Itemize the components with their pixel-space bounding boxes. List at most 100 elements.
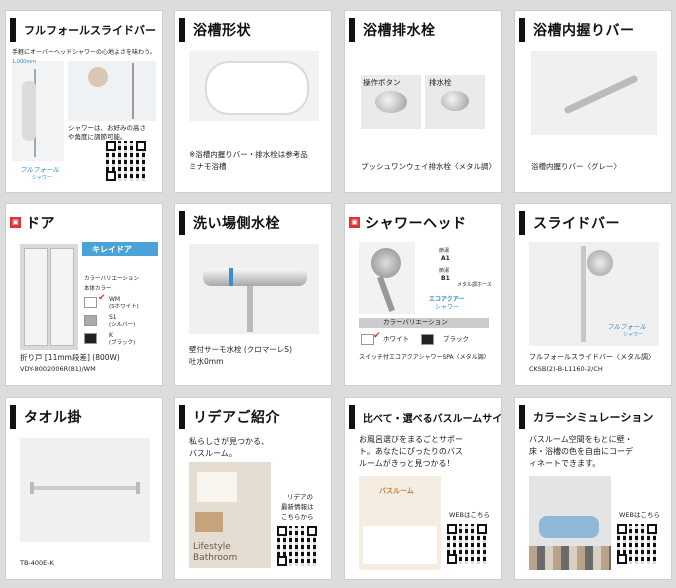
caption: フルフォールスライドバー〈メタル調〉	[529, 353, 655, 361]
card-slide-bar: スライドバー フルフォール シャワー フルフォールスライドバー〈メタル調〉 CK…	[514, 203, 672, 386]
swatch-white[interactable]	[84, 297, 97, 308]
shower-photo	[12, 61, 64, 161]
qr-code[interactable]	[447, 524, 487, 564]
intro-line-3: ィネートできます。	[529, 459, 601, 468]
color-variation-title: カラーバリエーション	[383, 318, 448, 326]
measure-label: 1,000mm	[12, 59, 37, 65]
label-drain-plug: 排水栓	[429, 78, 452, 87]
caption-line-2: 吐水0mm	[189, 357, 224, 366]
card-fullfall-slidebar: フルフォールスライドバー 手軽にオーバーヘッドシャワーの心地よさを味わう。 1,…	[5, 10, 163, 193]
swatch-black[interactable]	[84, 333, 97, 344]
option-black: ブラック	[443, 335, 469, 343]
card-header: タオル掛	[6, 403, 162, 431]
towel-rail-photo	[20, 438, 150, 542]
header-bar	[519, 211, 525, 235]
simulation-screenshot	[529, 476, 611, 570]
header-bar	[10, 18, 16, 42]
tag-sessui-b1-line2: B1	[441, 275, 450, 282]
header-bar	[349, 405, 355, 429]
brand-line-1: Lifestyle	[193, 542, 231, 552]
card-lidea-intro: リデアご紹介 私らしさが見つかる、 バスルーム。 Lifestyle Bathr…	[174, 397, 332, 580]
header-bar	[519, 18, 525, 42]
eco-logo-line2: シャワー	[435, 304, 460, 311]
caption: 浴槽内握りバー〈グレー〉	[531, 162, 621, 171]
card-bathtub-drain: 浴槽排水栓 操作ボタン 排水栓 プッシュワンウェイ排水栓〈メタル調〉	[344, 10, 502, 193]
caption: 折り戸 [11mm段差] (800W)	[20, 353, 120, 362]
caption: プッシュワンウェイ排水栓〈メタル調〉	[361, 162, 496, 171]
option-white: ホワイト	[383, 335, 409, 343]
card-title: タオル掛	[24, 410, 82, 426]
hose-label: メタル調ホース	[457, 282, 492, 288]
badge-label: キレイドア	[92, 245, 132, 254]
intro-line-1: バスルーム空間をもとに壁・	[529, 435, 633, 444]
qr-code[interactable]	[617, 524, 657, 564]
shower-head-photo	[359, 242, 415, 314]
swatch-silver[interactable]	[84, 315, 97, 326]
card-title: ドア	[26, 216, 55, 232]
card-title: シャワーヘッド	[365, 216, 467, 232]
tag-icon: ▣	[10, 217, 21, 228]
intro-line-2: バスルーム。	[189, 449, 237, 458]
swatch-black[interactable]	[421, 334, 434, 345]
card-washing-faucet: 洗い場側水栓 壁付サーモ水栓 (クロマーレS) 吐水0mm	[174, 203, 332, 386]
brand-line-2: Bathroom	[193, 553, 238, 563]
grip-bar-photo	[531, 51, 657, 135]
card-title: 洗い場側水栓	[193, 216, 280, 232]
card-title: 浴槽排水栓	[363, 23, 436, 39]
card-header: ▣ ドア	[6, 209, 162, 237]
web-label: WEBはこちら	[619, 511, 660, 519]
qr-code[interactable]	[277, 526, 317, 566]
header-bar	[10, 405, 16, 429]
faucet-photo	[189, 244, 319, 334]
check-icon: ✔	[98, 293, 106, 303]
note-line-1: シャワーは、お好みの高さ	[68, 124, 146, 132]
card-header: カラーシミュレーション	[515, 403, 671, 431]
header-bar	[179, 211, 185, 235]
qr-code[interactable]	[106, 141, 146, 181]
caption-line-1: 壁付サーモ水栓 (クロマーレS)	[189, 345, 292, 354]
intro-line-2: ト。あなたにぴったりのバス	[359, 447, 463, 456]
label-operate-button: 操作ボタン	[363, 78, 401, 87]
intro-line-1: 私らしさが見つかる、	[189, 437, 269, 446]
header-bar	[519, 405, 525, 429]
intro-line-1: お風呂選びをまるごとサポー	[359, 435, 463, 444]
card-bathtub-grip-bar: 浴槽内握りバー 浴槽内握りバー〈グレー〉	[514, 10, 672, 193]
logo-shower: シャワー	[623, 332, 644, 338]
card-header: 洗い場側水栓	[175, 209, 331, 237]
option-s1-sub: (シルバー)	[109, 322, 136, 328]
header-bar	[349, 18, 355, 42]
card-title: 浴槽形状	[193, 23, 251, 39]
card-header: フルフォールスライドバー	[6, 16, 162, 44]
qr-note-3: こちらから	[281, 513, 314, 521]
card-title: フルフォールスライドバー	[24, 24, 156, 37]
card-shower-head: ▣ シャワーヘッド 節湯 A1 節湯 B1 メタル調ホース エコアクアー シャワ…	[344, 203, 502, 386]
card-header: スライドバー	[515, 209, 671, 237]
card-header: 浴槽排水栓	[345, 16, 501, 44]
door-photo	[20, 244, 78, 350]
card-title: カラーシミュレーション	[533, 411, 654, 424]
card-header: ▣ シャワーヘッド	[345, 209, 501, 237]
header-bar	[179, 18, 185, 42]
caption: スイッチ付エコアクアシャワーSPA〈メタル調〉	[359, 354, 490, 361]
logo-shower: シャワー	[32, 175, 53, 181]
header-bar	[179, 405, 185, 429]
card-title: スライドバー	[533, 216, 620, 232]
person-photo	[68, 61, 156, 121]
card-door: ▣ ドア キレイドア カラーバリエーション 本体カラー ✔ WM (Sホワイト)…	[5, 203, 163, 386]
card-bathtub-shape: 浴槽形状 ※浴槽内握りバー・排水栓は参考品 ミナモ浴槽	[174, 10, 332, 193]
note-line-1: ※浴槽内握りバー・排水栓は参考品	[189, 150, 308, 159]
card-header: 浴槽内握りバー	[515, 16, 671, 44]
web-label: WEBはこちら	[449, 511, 490, 519]
card-header: 比べて・選べるバスルームサイト	[345, 403, 501, 431]
card-title: リデアご紹介	[193, 410, 280, 426]
bathtub-photo	[189, 51, 319, 121]
product-code: CKSB(2)-B-L1160-2/CH	[529, 365, 603, 373]
site-label: バスルーム	[379, 487, 414, 495]
card-color-simulation: カラーシミュレーション バスルーム空間をもとに壁・ 床・浴槽の色を自由にコーデ …	[514, 397, 672, 580]
product-code: TB-400E-K	[20, 559, 54, 567]
product-code: VDY-8002006R(81)/WM	[20, 365, 96, 373]
check-icon: ✔	[373, 331, 381, 341]
tag-sessui-a1-line2: A1	[441, 255, 450, 262]
card-bathroom-site: 比べて・選べるバスルームサイト お風呂選びをまるごとサポー ト。あなたにぴったり…	[344, 397, 502, 580]
card-title: 比べて・選べるバスルームサイト	[363, 414, 502, 425]
